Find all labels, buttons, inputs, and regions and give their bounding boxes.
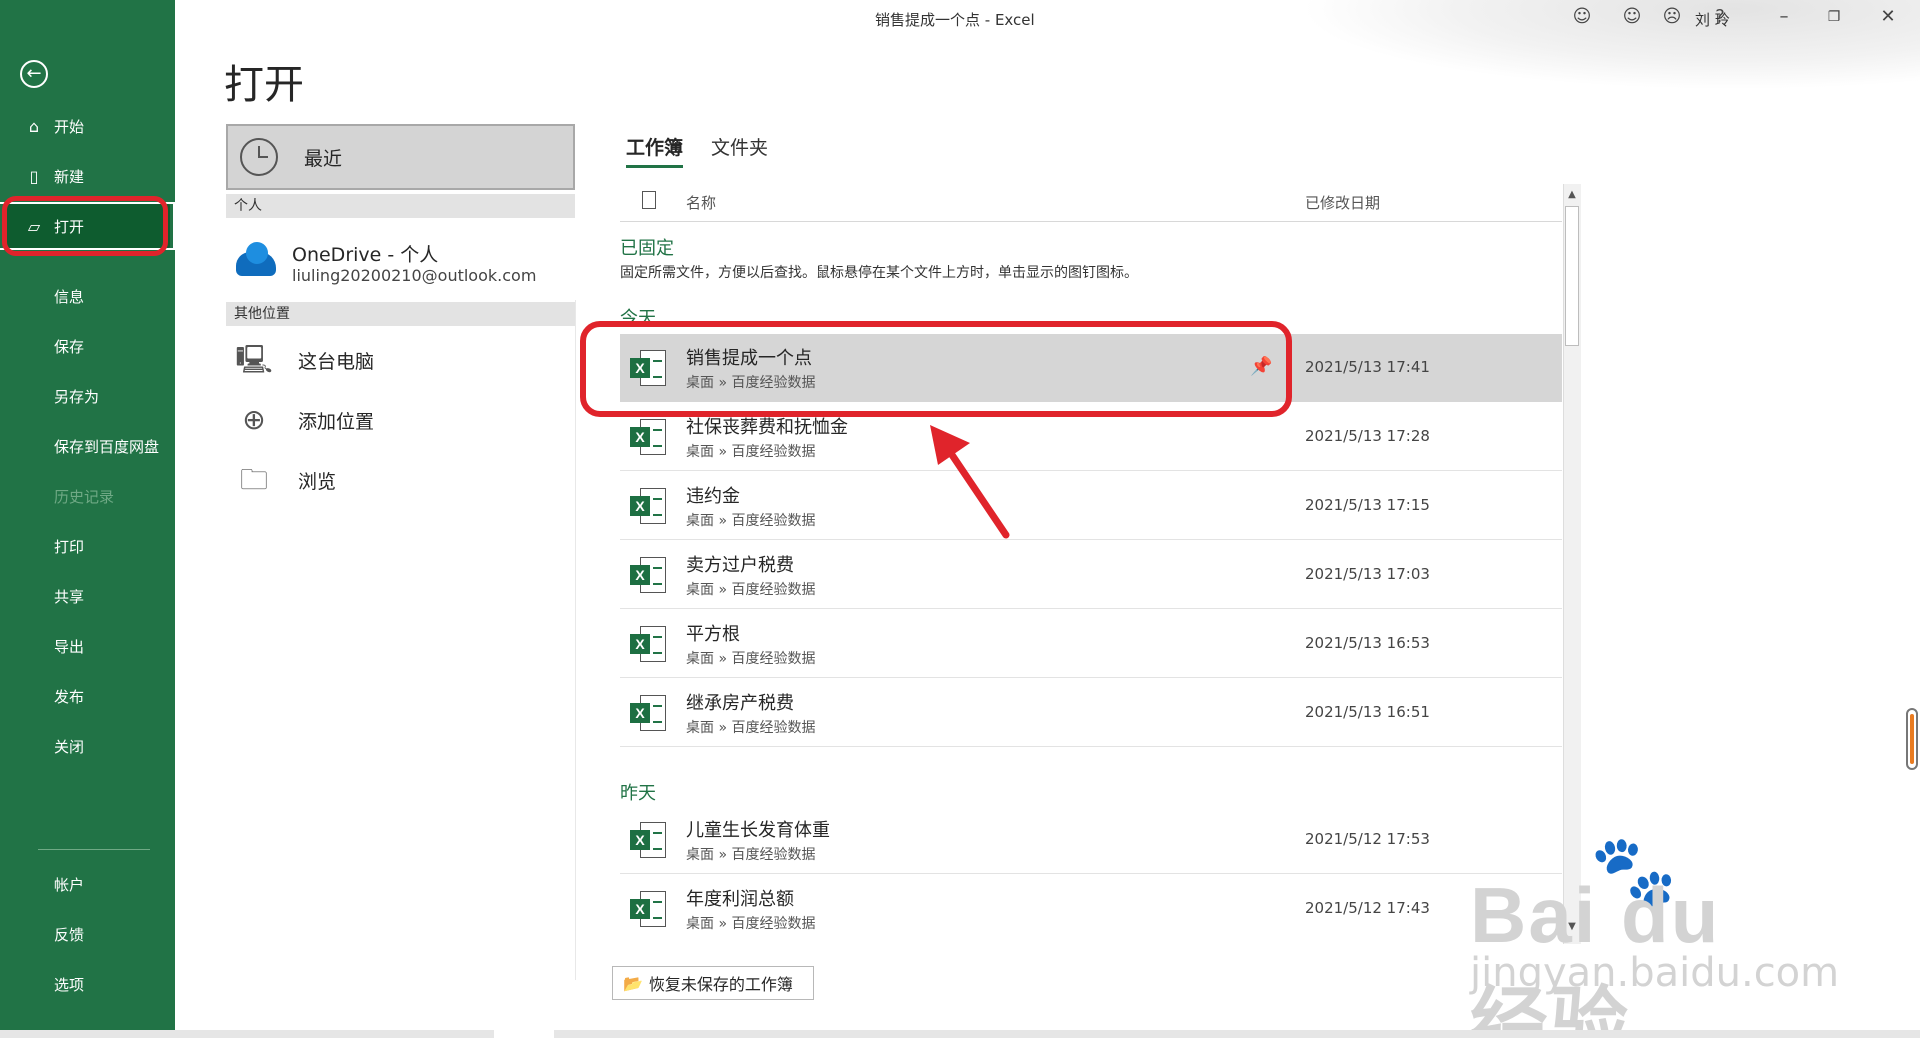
nav-item-export[interactable]: 导出 [0, 624, 175, 668]
excel-file-icon: X [630, 419, 666, 455]
nav-item-home[interactable]: ⌂ 开始 [0, 104, 175, 148]
location-browse[interactable]: 🗀 浏览 [226, 452, 575, 508]
scrollbar-thumb[interactable] [1565, 206, 1579, 346]
nav-item-history: 历史记录 [54, 487, 115, 506]
nav-item-account[interactable]: 帐户 [0, 862, 175, 906]
location-add-place[interactable]: ⊕ 添加位置 [226, 392, 575, 448]
excel-file-icon: X [630, 822, 666, 858]
nav-item-info[interactable]: 信息 [0, 274, 175, 318]
file-row[interactable]: X 继承房产税费 桌面 » 百度经验数据 2021/5/13 16:51 [620, 679, 1562, 747]
onedrive-cloud-icon [236, 242, 276, 276]
tab-workbooks[interactable]: 工作簿 [626, 133, 684, 168]
file-row[interactable]: X 卖方过户税费 桌面 » 百度经验数据 2021/5/13 17:03 [620, 541, 1562, 609]
location-this-pc[interactable]: 🖳 这台电脑 [226, 332, 575, 388]
nav-item-new[interactable]: ▯ 新建 [0, 154, 175, 198]
column-date-modified[interactable]: 已修改日期 [1305, 192, 1380, 213]
smile-feedback-icon[interactable]: ☺ [1620, 6, 1644, 27]
recover-unsaved-button[interactable]: 📂 恢复未保存的工作簿 [612, 966, 814, 1000]
computer-icon: 🖳 [235, 343, 273, 376]
nav-separator [38, 849, 150, 850]
nav-item-close[interactable]: 关闭 [0, 724, 175, 768]
nav-item-share[interactable]: 共享 [0, 574, 175, 618]
excel-file-icon: X [630, 488, 666, 524]
close-icon[interactable]: ✕ [1876, 6, 1900, 27]
backstage-nav: ← ⌂ 开始 ▯ 新建 ▱ 打开 信息 保存 另存为 保存到百度网盘 历史记录 … [0, 0, 175, 1030]
home-icon: ⌂ [28, 116, 40, 136]
nav-open-highlight-annotation [2, 196, 168, 256]
nav-item-save-as[interactable]: 另存为 [0, 374, 175, 418]
nav-item-feedback[interactable]: 反馈 [0, 912, 175, 956]
group-yesterday-title: 昨天 [620, 783, 656, 804]
baidu-watermark: 🐾 Bai du 经验 jingyan.baidu.com [1470, 830, 1840, 1038]
excel-file-icon: X [630, 557, 666, 593]
folder-icon: 🗀 [239, 463, 268, 496]
red-arrow-annotation [930, 425, 1010, 539]
nav-item-save[interactable]: 保存 [0, 324, 175, 368]
user-avatar-icon[interactable]: ☺ [1570, 6, 1594, 27]
column-name[interactable]: 名称 [686, 192, 716, 213]
scroll-up-icon[interactable]: ▲ [1563, 186, 1581, 204]
document-icon [642, 191, 656, 209]
nav-item-publish[interactable]: 发布 [0, 674, 175, 718]
globe-add-icon: ⊕ [242, 403, 266, 436]
page-title: 打开 [224, 62, 304, 108]
group-pinned-description: 固定所需文件，方便以后查找。鼠标悬停在某个文件上方时，单击显示的图钉图标。 [620, 265, 1138, 281]
excel-file-icon: X [630, 695, 666, 731]
window-title: 销售提成一个点 - Excel [875, 11, 1035, 29]
nav-item-options[interactable]: 选项 [0, 962, 175, 1006]
frown-feedback-icon[interactable]: ☹ [1660, 6, 1684, 27]
file-row[interactable]: X 平方根 桌面 » 百度经验数据 2021/5/13 16:53 [620, 610, 1562, 678]
file-row[interactable]: X 儿童生长发育体重 桌面 » 百度经验数据 2021/5/12 17:53 [620, 806, 1562, 874]
nav-item-print[interactable]: 打印 [0, 524, 175, 568]
title-bar: 销售提成一个点 - Excel 刘 玲 [175, 0, 1920, 38]
file-highlight-annotation [580, 321, 1292, 417]
restore-icon[interactable]: ❐ [1822, 9, 1846, 25]
minimize-icon[interactable]: – [1772, 6, 1796, 27]
new-file-icon: ▯ [29, 166, 39, 186]
excel-file-icon: X [630, 891, 666, 927]
column-divider [575, 300, 576, 980]
file-list-header: 名称 已修改日期 [620, 182, 1562, 222]
status-bar [0, 1030, 1920, 1038]
folder-icon: 📂 [623, 973, 643, 993]
file-row[interactable]: X 年度利润总额 桌面 » 百度经验数据 2021/5/12 17:43 [620, 875, 1562, 943]
location-onedrive[interactable]: OneDrive - 个人 liuling20200210@outlook.co… [226, 234, 575, 294]
group-pinned-title: 已固定 [620, 238, 674, 259]
file-row[interactable]: X 违约金 桌面 » 百度经验数据 2021/5/13 17:15 [620, 472, 1562, 540]
excel-file-icon: X [630, 626, 666, 662]
section-personal: 个人 [226, 194, 575, 218]
section-other-locations: 其他位置 [226, 302, 575, 326]
back-arrow-icon[interactable]: ← [20, 60, 48, 88]
nav-item-save-to-baidu[interactable]: 保存到百度网盘 [0, 424, 175, 468]
location-recent[interactable]: 最近 [226, 124, 575, 190]
help-icon[interactable]: ? [1708, 6, 1732, 27]
tab-folders[interactable]: 文件夹 [711, 133, 768, 160]
clock-icon [240, 138, 278, 176]
window-edge-scroll-handle[interactable] [1906, 708, 1918, 770]
